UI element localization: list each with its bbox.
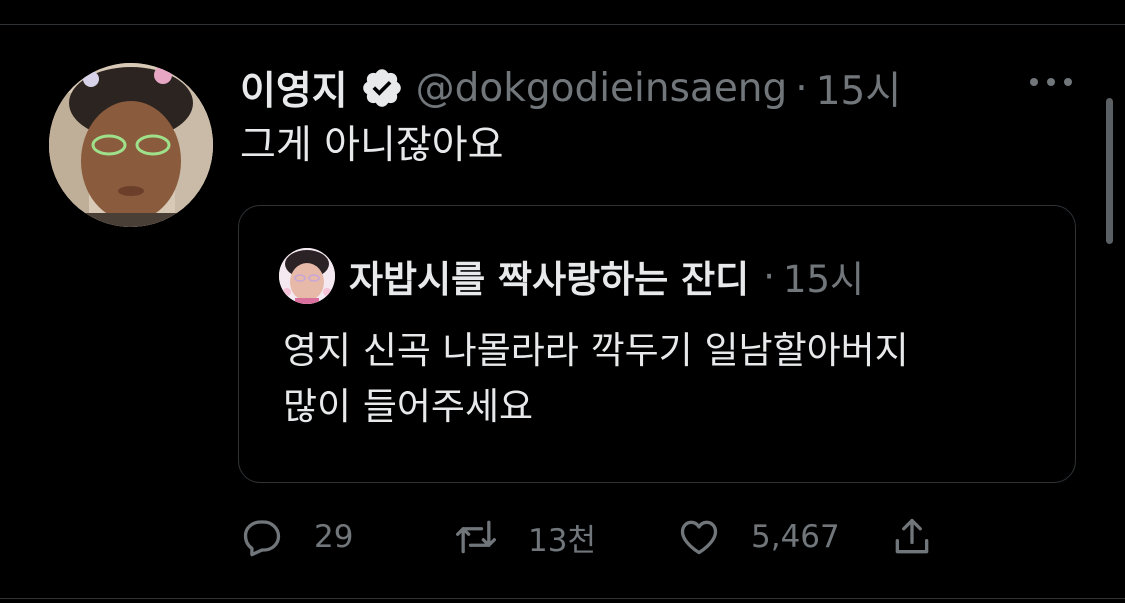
- retweet-count: 13천: [528, 522, 596, 559]
- share-icon: [895, 518, 929, 554]
- more-options-icon[interactable]: [1030, 72, 1072, 92]
- reply-count: 29: [314, 519, 354, 555]
- retweet-icon: [456, 520, 496, 554]
- quote-header: 자밥시를 짝사랑하는 잔디 · 15시: [349, 246, 864, 306]
- tweet-actions: 29 13천 5,467: [240, 510, 960, 564]
- like-button[interactable]: 5,467: [677, 510, 840, 564]
- quote-avatar-photo: [279, 248, 335, 304]
- author-avatar[interactable]: [49, 63, 213, 227]
- reply-icon: [243, 520, 281, 557]
- quote-timestamp[interactable]: 15시: [783, 249, 864, 303]
- tweet-header: 이영지 @dokgodieinsaeng · 15시: [240, 58, 901, 118]
- verified-badge-icon: [360, 66, 404, 110]
- scrollbar[interactable]: [1106, 98, 1113, 244]
- like-count: 5,467: [751, 519, 840, 555]
- heart-icon: [680, 520, 718, 555]
- tweet-text: 그게 아니잖아요: [240, 123, 504, 168]
- retweet-button[interactable]: 13천: [454, 510, 596, 564]
- reply-button[interactable]: 29: [240, 510, 353, 564]
- bottom-divider: [0, 598, 1125, 599]
- quote-separator-dot: ·: [763, 254, 775, 298]
- quote-text: 영지 신곡 나몰라라 깍두기 일남할아버지 많이 들어주세요: [283, 329, 909, 428]
- separator-dot: ·: [795, 65, 808, 111]
- top-divider: [0, 24, 1125, 25]
- share-button[interactable]: [890, 510, 934, 564]
- avatar-photo: [49, 63, 213, 227]
- quoted-tweet[interactable]: 자밥시를 짝사랑하는 잔디 · 15시 영지 신곡 나몰라라 깍두기 일남할아버…: [238, 205, 1076, 483]
- quote-author-display-name[interactable]: 자밥시를 짝사랑하는 잔디: [349, 249, 749, 303]
- tweet-timestamp[interactable]: 15시: [816, 60, 902, 116]
- quote-author-avatar[interactable]: [279, 248, 335, 304]
- author-display-name[interactable]: 이영지: [240, 60, 348, 116]
- author-handle[interactable]: @dokgodieinsaeng: [416, 66, 788, 111]
